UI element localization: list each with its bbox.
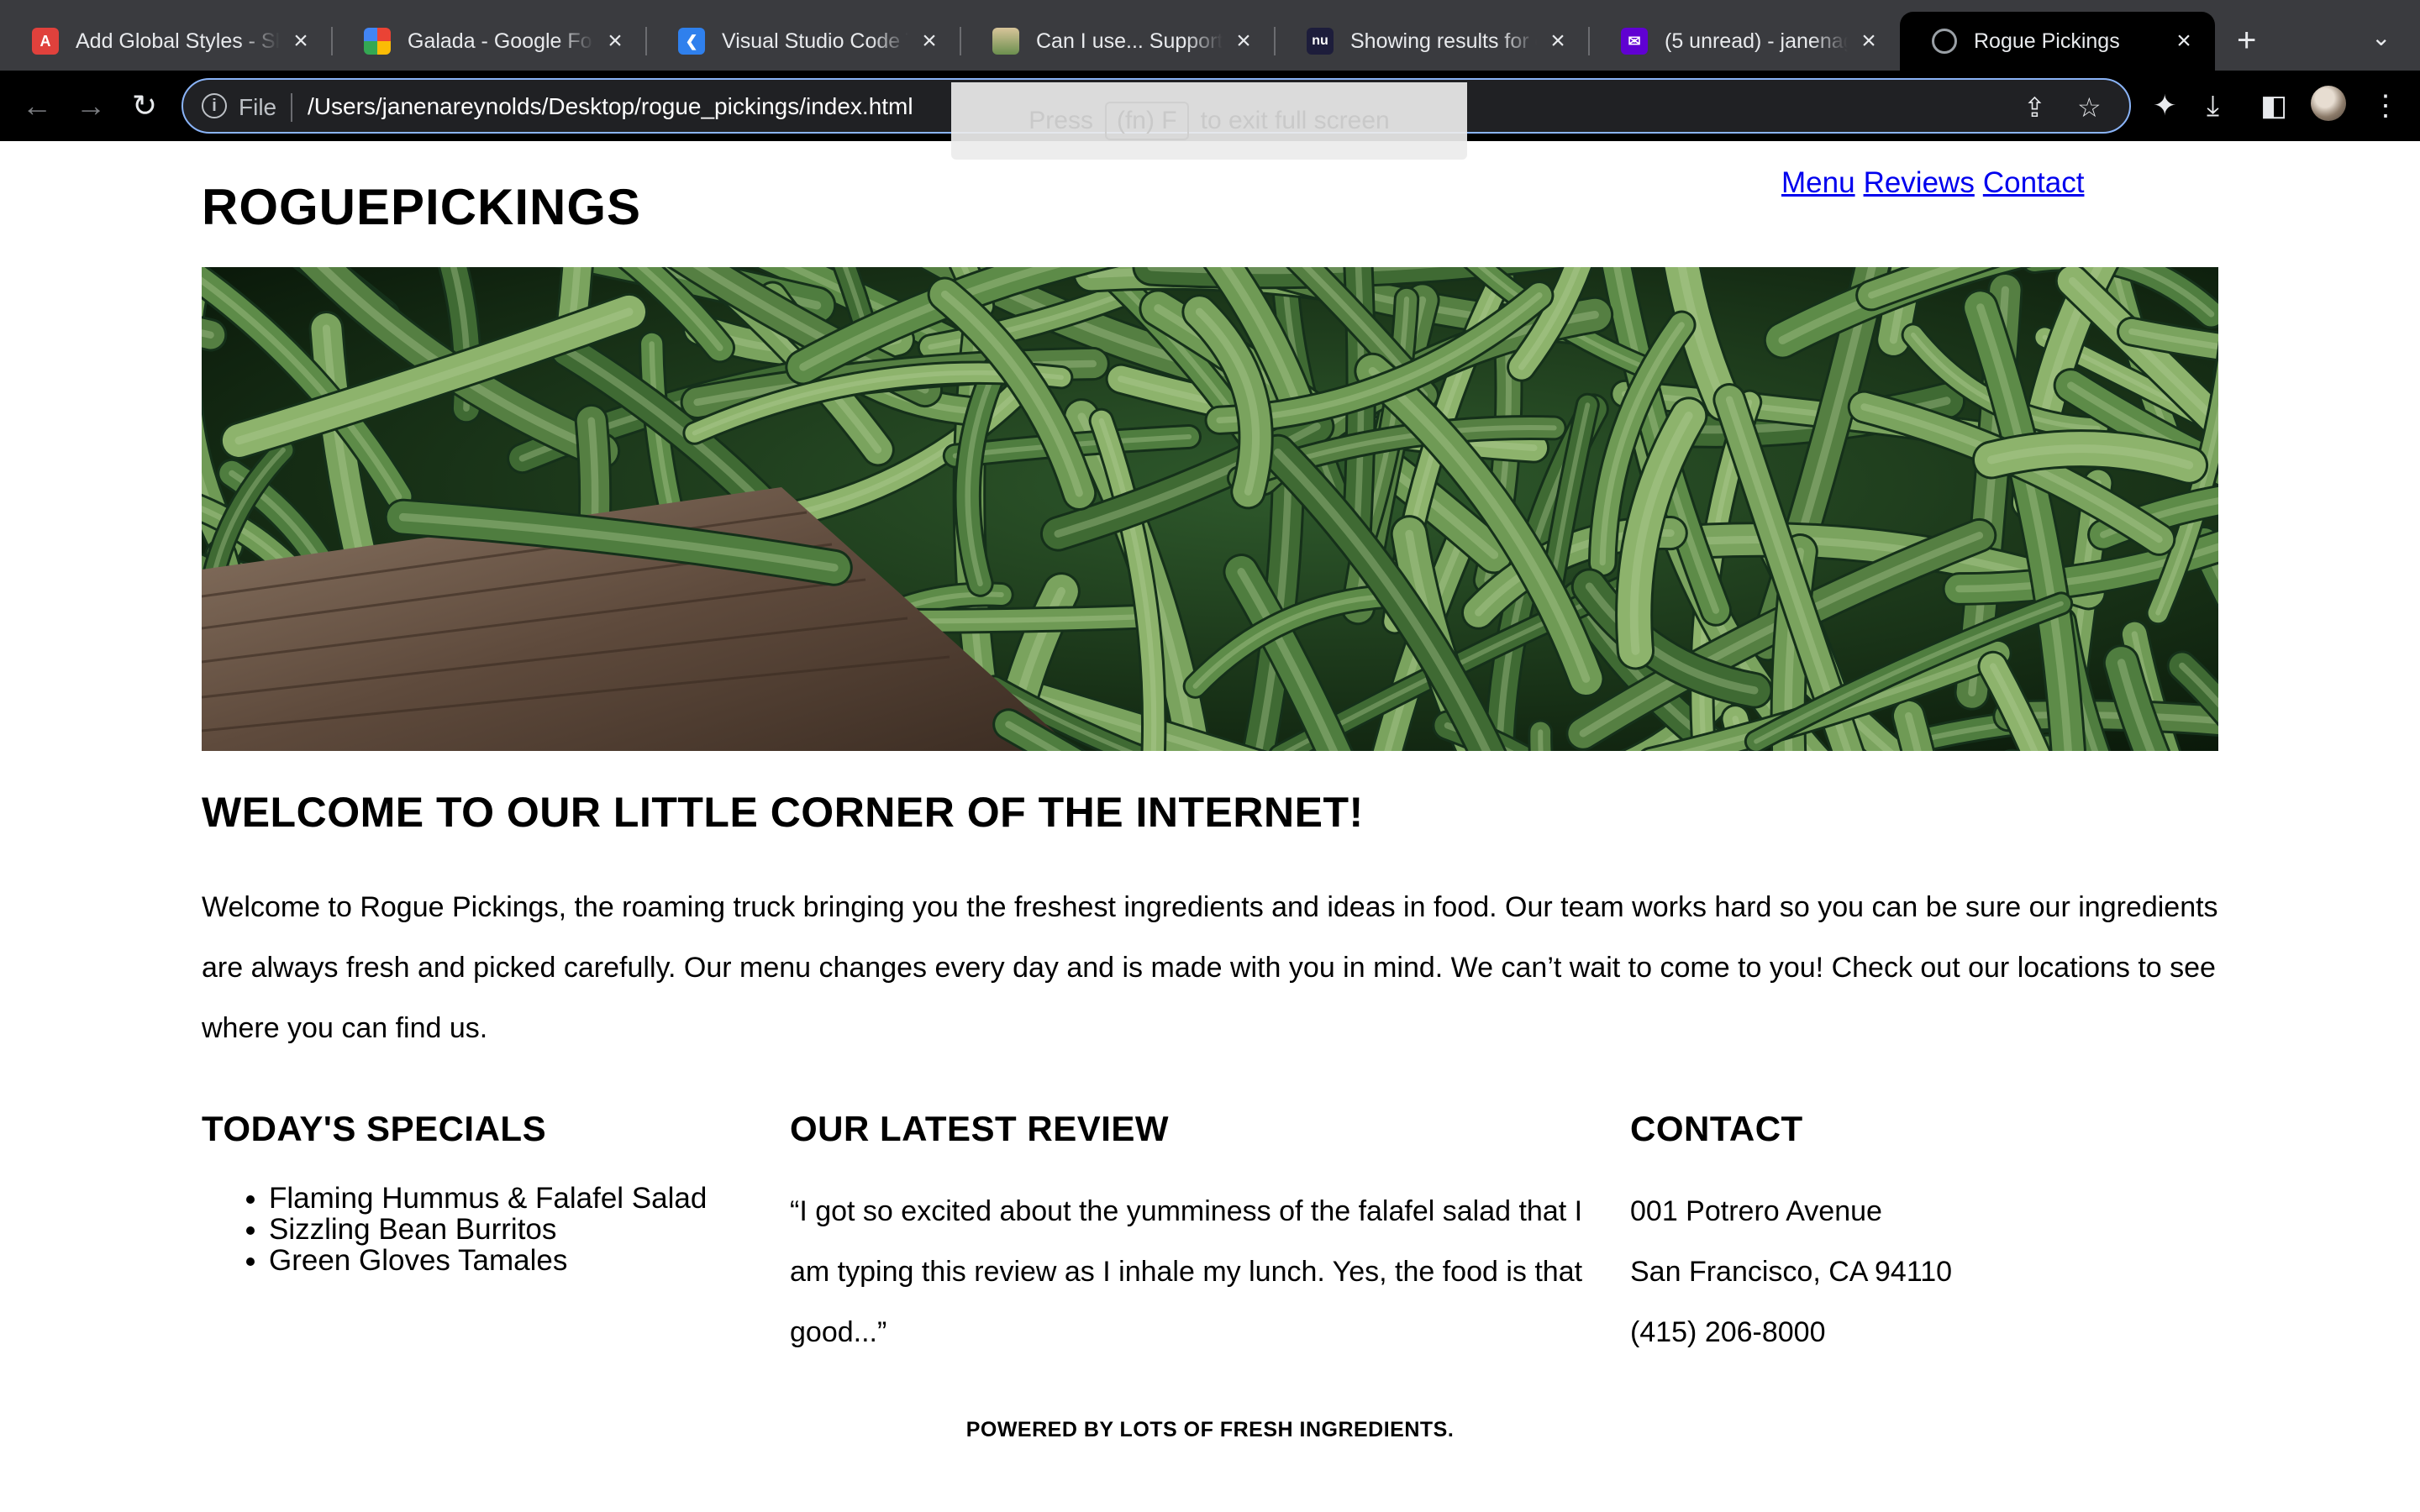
contact-heading: CONTACT (1630, 1109, 1803, 1148)
extensions-puzzle-icon[interactable]: ✦ (2153, 87, 2177, 124)
tab-4[interactable]: nu Showing results for co × (1275, 12, 1590, 71)
back-arrow-icon[interactable]: ← (18, 87, 55, 124)
tab-title: Rogue Pickings (1974, 29, 2120, 53)
tab-strip: A Add Global Styles - Sl × Galada - Goog… (0, 0, 2420, 71)
bookmark-star-icon[interactable]: ☆ (2077, 92, 2102, 123)
download-icon[interactable]: ⤓ (2207, 87, 2219, 124)
tab-2[interactable]: ❮ Visual Studio Code Th × (646, 12, 961, 71)
hint-text-after: to exit full screen (1200, 107, 1390, 134)
close-icon[interactable]: × (1856, 27, 1881, 55)
close-icon[interactable]: × (917, 27, 942, 55)
close-icon[interactable]: × (2171, 27, 2196, 55)
info-icon[interactable]: i (202, 93, 227, 118)
list-item: Flaming Hummus & Falafel Salad (269, 1183, 707, 1214)
address-line-1: 001 Potrero Avenue (1630, 1195, 1882, 1227)
tab-3[interactable]: Can I use... Support ta × (960, 12, 1276, 71)
web-page: ROGUEPICKINGS Menu Reviews Contact WELCO… (0, 141, 2420, 1512)
tab-5[interactable]: ✉ (5 unread) - janenagre × (1589, 12, 1900, 71)
tab-title: (5 unread) - janenagre (1665, 29, 1848, 53)
specials-heading: TODAY'S SPECIALS (202, 1109, 547, 1148)
reload-icon[interactable]: ↻ (126, 87, 163, 124)
globe-icon (1932, 29, 1957, 54)
list-item: Green Gloves Tamales (269, 1245, 707, 1276)
close-icon[interactable]: × (1231, 27, 1256, 55)
share-icon[interactable]: ⇪ (2023, 92, 2046, 123)
close-icon[interactable]: × (1545, 27, 1570, 55)
nav-link-contact[interactable]: Contact (1983, 166, 2085, 200)
tab-6-active[interactable]: Rogue Pickings × (1900, 12, 2215, 71)
site-footer: POWERED BY LOTS OF FRESH INGREDIENTS. (965, 1418, 1455, 1441)
review-quote: “I got so excited about the yumminess of… (790, 1195, 1583, 1348)
nu-validator-icon: nu (1307, 28, 1334, 55)
hero-image-green-beans (202, 267, 2218, 751)
site-nav: Menu Reviews Contact (1781, 166, 2084, 200)
tab-title: Galada - Google Fonts (408, 29, 594, 53)
specials-list: Flaming Hummus & Falafel Salad Sizzling … (269, 1183, 707, 1276)
nav-link-menu[interactable]: Menu (1781, 166, 1855, 200)
tab-1[interactable]: Galada - Google Fonts × (332, 12, 647, 71)
forward-arrow-icon[interactable]: → (72, 87, 109, 124)
list-item: Sizzling Bean Burritos (269, 1214, 707, 1245)
tab-0[interactable]: A Add Global Styles - Sl × (0, 12, 333, 71)
welcome-heading: WELCOME TO OUR LITTLE CORNER OF THE INTE… (202, 789, 1364, 836)
tab-title: Can I use... Support ta (1036, 29, 1223, 53)
tab-search-chevron-icon[interactable]: ⌄ (2371, 24, 2391, 51)
tab-title: Showing results for co (1350, 29, 1537, 53)
tab-title: Add Global Styles - Sl (76, 29, 280, 53)
google-fonts-icon (364, 28, 391, 55)
close-icon[interactable]: × (288, 27, 313, 55)
nav-link-reviews[interactable]: Reviews (1864, 166, 1975, 200)
side-panel-icon[interactable]: ◧ (2260, 87, 2287, 124)
close-icon[interactable]: × (602, 27, 628, 55)
profile-avatar[interactable] (2311, 86, 2346, 121)
url-text[interactable]: /Users/janenareynolds/Desktop/rogue_pick… (308, 93, 913, 120)
caniuse-icon (992, 28, 1019, 55)
hint-key: (fn) F (1104, 102, 1189, 140)
more-menu-icon[interactable]: ⋮ (2371, 87, 2400, 124)
yahoo-mail-icon: ✉ (1621, 28, 1648, 55)
site-logo[interactable]: ROGUEPICKINGS (202, 178, 641, 236)
hint-text-before: Press (1028, 107, 1093, 134)
vscode-icon: ❮ (678, 28, 705, 55)
tab-title: Visual Studio Code Th (722, 29, 908, 53)
contact-details: 001 Potrero Avenue San Francisco, CA 941… (1630, 1181, 1952, 1362)
review-heading: OUR LATEST REVIEW (790, 1109, 1170, 1148)
phone-number: (415) 206-8000 (1630, 1316, 1826, 1348)
fullscreen-exit-hint: Press (fn) F to exit full screen (951, 82, 1467, 160)
address-line-2: San Francisco, CA 94110 (1630, 1256, 1953, 1288)
welcome-paragraph: Welcome to Rogue Pickings, the roaming t… (202, 891, 2218, 1044)
acrobat-icon: A (32, 28, 59, 55)
new-tab-button[interactable]: + (2237, 22, 2256, 59)
scheme-label: File (239, 94, 277, 120)
